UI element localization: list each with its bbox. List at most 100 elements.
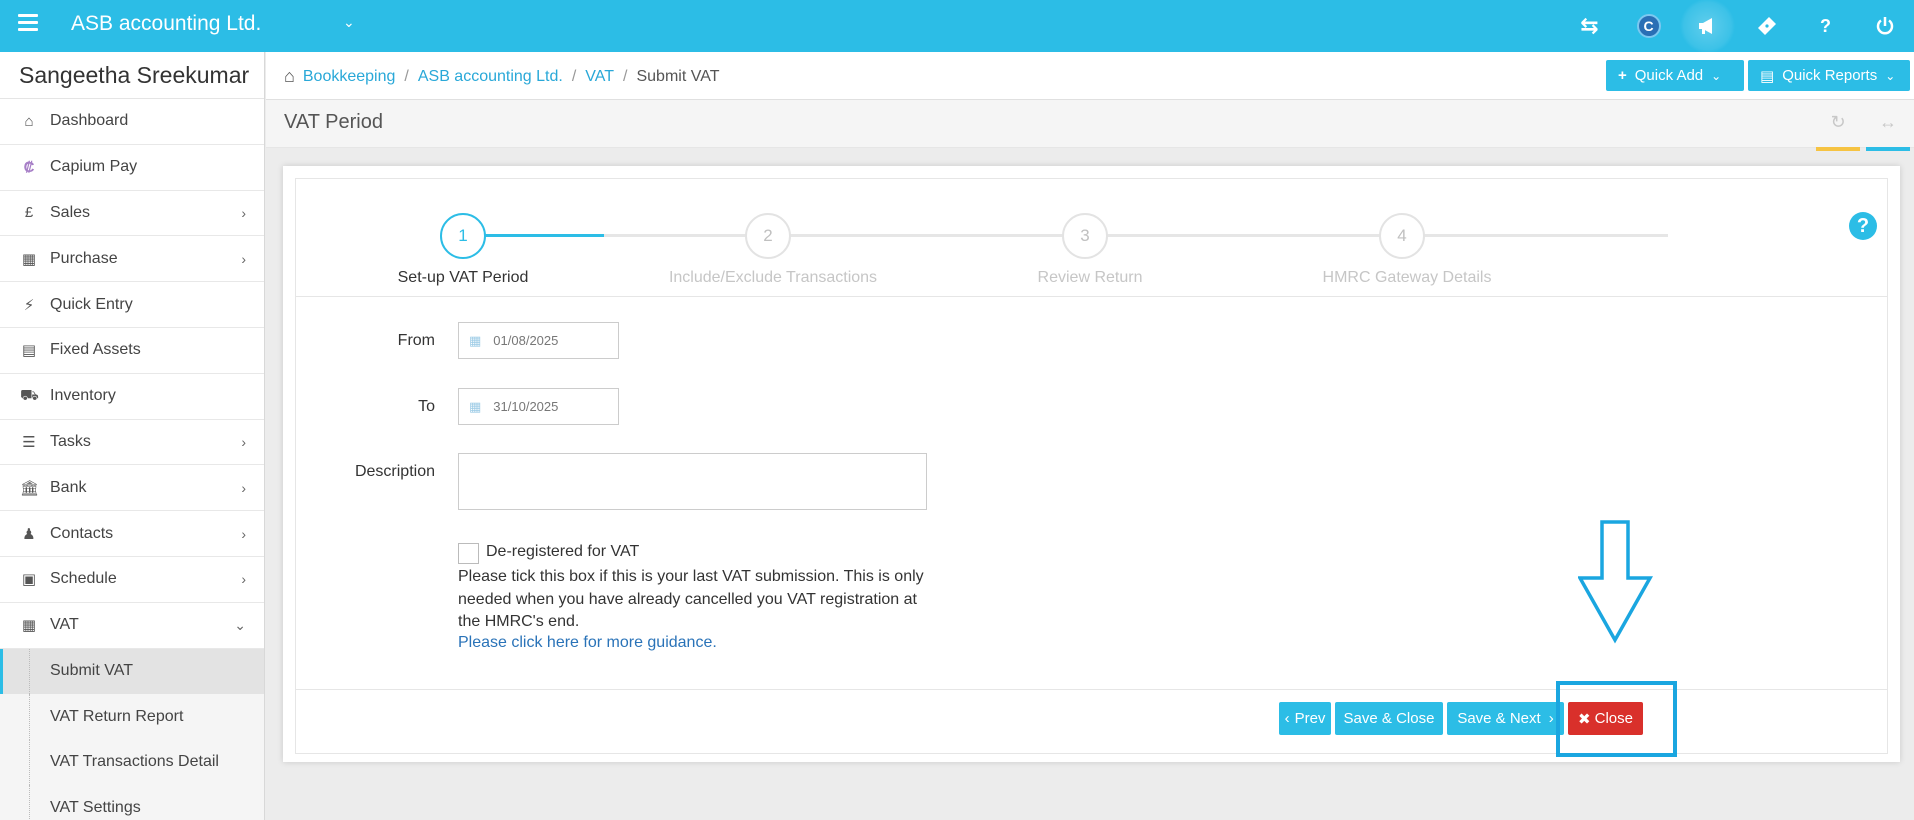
deregistered-help-text: Please tick this box if this is your las…	[458, 568, 924, 630]
deregistered-label: De-registered for VAT	[486, 543, 640, 560]
sidebar-item-capium-pay[interactable]: ₡ Capium Pay	[0, 145, 264, 191]
sidebar-item-label: Quick Entry	[50, 295, 133, 313]
chevron-right-icon: ›	[241, 479, 246, 496]
wizard-card: 1 2 3 4 Set-up VAT Period Include/Exclud…	[283, 166, 1900, 762]
sidebar-item-label: Capium Pay	[50, 158, 138, 176]
sidebar-item-label: Inventory	[50, 387, 116, 405]
sidebar-item-contacts[interactable]: ♟ Contacts ›	[0, 511, 264, 557]
bolt-icon: ⚡	[23, 296, 35, 314]
sidebar-item-tasks[interactable]: ☰ Tasks ›	[0, 420, 264, 466]
from-label: From	[397, 332, 435, 349]
breadcrumb-vat[interactable]: VAT	[585, 68, 614, 86]
page-title: VAT Period	[284, 111, 383, 133]
step-3-circle[interactable]: 3	[1062, 213, 1108, 259]
breadcrumb-bookkeeping[interactable]: Bookkeeping	[303, 68, 396, 86]
sidebar-item-vat-settings[interactable]: VAT Settings	[0, 785, 264, 820]
sidebar-item-schedule[interactable]: ▣ Schedule ›	[0, 557, 264, 603]
vat-wizard: 1 2 3 4 Set-up VAT Period Include/Exclud…	[295, 178, 1888, 754]
users-icon: ♟	[22, 525, 36, 543]
sidebar: Sangeetha Sreekumar ⌂ Dashboard ₡ Capium…	[0, 52, 265, 820]
page-header: VAT Period	[266, 100, 1914, 148]
help-icon[interactable]: ?	[1849, 212, 1877, 240]
sidebar-item-fixed-assets[interactable]: ▤ Fixed Assets	[0, 328, 264, 374]
chevron-right-icon: ›	[241, 525, 246, 542]
calendar-icon: ▦	[469, 332, 482, 348]
step-2-circle[interactable]: 2	[745, 213, 791, 259]
guidance-link[interactable]: Please click here for more guidance.	[458, 634, 717, 652]
breadcrumb-company[interactable]: ASB accounting Ltd.	[418, 68, 563, 86]
top-bar: ASB accounting Ltd. ⌄ ⇆ C ?	[0, 0, 1914, 52]
sidebar-item-sales[interactable]: £ Sales ›	[0, 191, 264, 237]
wizard-steps: 1 2 3 4 Set-up VAT Period Include/Exclud…	[296, 179, 1887, 297]
save-close-button[interactable]: Save & Close	[1335, 702, 1443, 735]
chevron-right-icon: ›	[241, 250, 246, 267]
from-date-value: 01/08/2025	[493, 333, 559, 348]
chevron-right-icon: ›	[241, 204, 246, 221]
swap-arrows-icon[interactable]: ⇆	[1560, 0, 1619, 52]
sidebar-item-purchase[interactable]: ▦ Purchase ›	[0, 236, 264, 283]
sidebar-item-dashboard[interactable]: ⌂ Dashboard	[0, 99, 264, 145]
bank-icon: 🏛	[20, 479, 40, 497]
step-2-label: Include/Exclude Transactions	[668, 269, 878, 286]
from-date-input[interactable]: ▦ 01/08/2025	[458, 322, 619, 359]
plus-icon: +	[1618, 67, 1627, 84]
chevron-down-icon: ⌄	[1885, 68, 1896, 83]
step-4-circle[interactable]: 4	[1379, 213, 1425, 259]
chevron-right-icon: ›	[241, 433, 246, 450]
sidebar-item-label: Dashboard	[50, 112, 129, 130]
sidebar-item-label: Schedule	[50, 570, 117, 588]
calendar-icon: ▦	[469, 398, 482, 414]
table-icon: ▤	[1760, 67, 1775, 85]
home-icon[interactable]: ⌂	[284, 66, 295, 87]
sidebar-item-label: Tasks	[50, 432, 91, 450]
power-icon[interactable]	[1855, 0, 1914, 52]
sidebar-item-submit-vat[interactable]: Submit VAT	[0, 648, 264, 695]
calculator-icon: ▦	[21, 617, 37, 635]
sidebar-item-label: Bank	[50, 478, 87, 496]
step-1-circle[interactable]: 1	[440, 213, 486, 259]
expand-icon[interactable]: ↔	[1866, 112, 1910, 132]
description-field[interactable]	[458, 453, 927, 510]
deregistered-checkbox[interactable]	[458, 543, 479, 564]
annotation-highlight-box	[1556, 681, 1677, 757]
prev-label: Prev	[1294, 710, 1326, 727]
chevron-down-icon[interactable]: ⌄	[343, 14, 355, 31]
refresh-icon[interactable]: ↻	[1816, 112, 1860, 132]
breadcrumb-separator: /	[623, 67, 628, 85]
sidebar-item-label: VAT	[50, 616, 79, 634]
pound-icon: £	[24, 204, 34, 222]
to-date-input[interactable]: ▦ 31/10/2025	[458, 388, 619, 425]
expand-indicator	[1866, 147, 1910, 151]
sidebar-item-bank[interactable]: 🏛 Bank ›	[0, 465, 264, 512]
menu-icon[interactable]	[18, 14, 38, 32]
quick-add-button[interactable]: + Quick Add ⌄	[1606, 60, 1744, 91]
description-label: Description	[354, 463, 435, 480]
prev-button[interactable]: ‹ Prev	[1279, 702, 1331, 735]
sidebar-item-quick-entry[interactable]: ⚡ Quick Entry	[0, 282, 264, 328]
breadcrumb-separator: /	[571, 67, 577, 85]
help-icon[interactable]: ?	[1796, 0, 1855, 52]
capium-logo-icon[interactable]: C	[1619, 0, 1678, 52]
user-name: Sangeetha Sreekumar	[0, 52, 264, 99]
annotation-arrow	[1578, 520, 1653, 644]
sidebar-item-inventory[interactable]: ⛟ Inventory	[0, 374, 264, 420]
step-3-label: Review Return	[1037, 269, 1143, 286]
save-next-button[interactable]: Save & Next ›	[1447, 702, 1564, 735]
sidebar-item-vat[interactable]: ▦ VAT ⌄	[0, 603, 264, 649]
save-close-label: Save & Close	[1343, 710, 1435, 727]
sidebar-item-label: Fixed Assets	[50, 341, 141, 359]
quick-reports-button[interactable]: ▤ Quick Reports ⌄	[1748, 60, 1910, 91]
megaphone-icon[interactable]	[1678, 0, 1737, 52]
step-4-label: HMRC Gateway Details	[1322, 269, 1492, 286]
to-date-value: 31/10/2025	[493, 399, 559, 414]
company-name[interactable]: ASB accounting Ltd.	[71, 12, 261, 36]
sidebar-item-label: Contacts	[50, 524, 114, 542]
sidebar-item-vat-return-report[interactable]: VAT Return Report	[0, 694, 264, 740]
breadcrumb: ⌂ Bookkeeping / ASB accounting Ltd. / VA…	[284, 66, 719, 87]
home-icon: ⌂	[24, 112, 34, 130]
tasks-icon: ☰	[22, 433, 36, 451]
barcode-icon: ▦	[21, 250, 37, 268]
sidebar-item-vat-transactions-detail[interactable]: VAT Transactions Detail	[0, 739, 264, 786]
truck-icon: ⛟	[20, 386, 39, 404]
ticket-icon[interactable]	[1737, 0, 1796, 52]
